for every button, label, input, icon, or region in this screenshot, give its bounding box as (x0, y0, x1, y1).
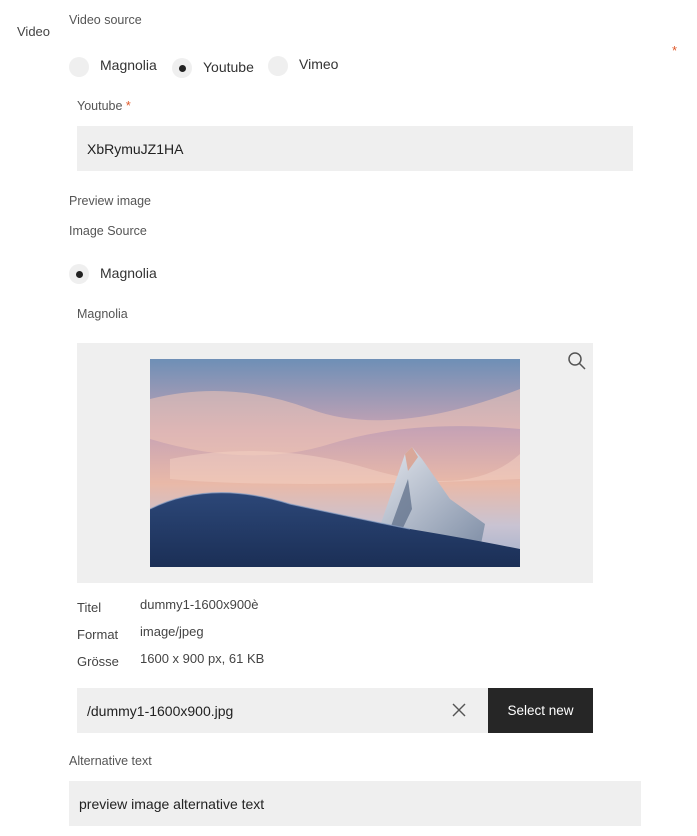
youtube-id-input[interactable]: XbRymuJZ1HA (77, 126, 633, 171)
magnolia-label: Magnolia (77, 307, 128, 321)
preview-thumbnail (150, 359, 520, 567)
meta-value-title: dummy1-1600x900è (140, 597, 259, 612)
mountain-image (150, 359, 520, 567)
radio-label[interactable]: Magnolia (100, 265, 157, 281)
alt-text-input[interactable]: preview image alternative text (69, 781, 641, 826)
meta-key-title: Titel (77, 600, 102, 615)
close-icon[interactable] (448, 699, 470, 721)
meta-key-size: Grösse (77, 654, 119, 669)
asset-path-value[interactable]: /dummy1-1600x900.jpg (87, 703, 233, 719)
meta-key-format: Format (77, 627, 119, 642)
video-source-label: Video source (69, 13, 142, 27)
radio-button[interactable] (69, 57, 89, 77)
asset-path-input[interactable]: /dummy1-1600x900.jpg (77, 688, 488, 733)
youtube-label: Youtube * (77, 99, 131, 113)
preview-image-label: Preview image (69, 194, 151, 208)
radio-label[interactable]: Vimeo (299, 56, 338, 72)
required-asterisk: * (672, 43, 678, 58)
youtube-label-text: Youtube (77, 99, 123, 113)
radio-label[interactable]: Youtube (203, 59, 254, 75)
radio-button[interactable] (268, 56, 288, 76)
youtube-id-value[interactable]: XbRymuJZ1HA (87, 141, 183, 157)
image-source-label: Image Source (69, 224, 147, 238)
meta-value-format: image/jpeg (140, 624, 204, 639)
radio-label[interactable]: Magnolia (100, 57, 157, 73)
radio-button-selected[interactable] (172, 58, 192, 78)
select-new-button[interactable]: Select new (488, 688, 593, 733)
required-asterisk: * (125, 99, 131, 113)
meta-value-size: 1600 x 900 px, 61 KB (140, 651, 265, 666)
alt-text-value[interactable]: preview image alternative text (79, 796, 264, 812)
section-label-video: Video (17, 24, 51, 39)
alt-text-label: Alternative text (69, 754, 152, 768)
asset-preview-panel (77, 343, 593, 583)
search-icon[interactable] (565, 349, 589, 373)
radio-button-selected[interactable] (69, 264, 89, 284)
